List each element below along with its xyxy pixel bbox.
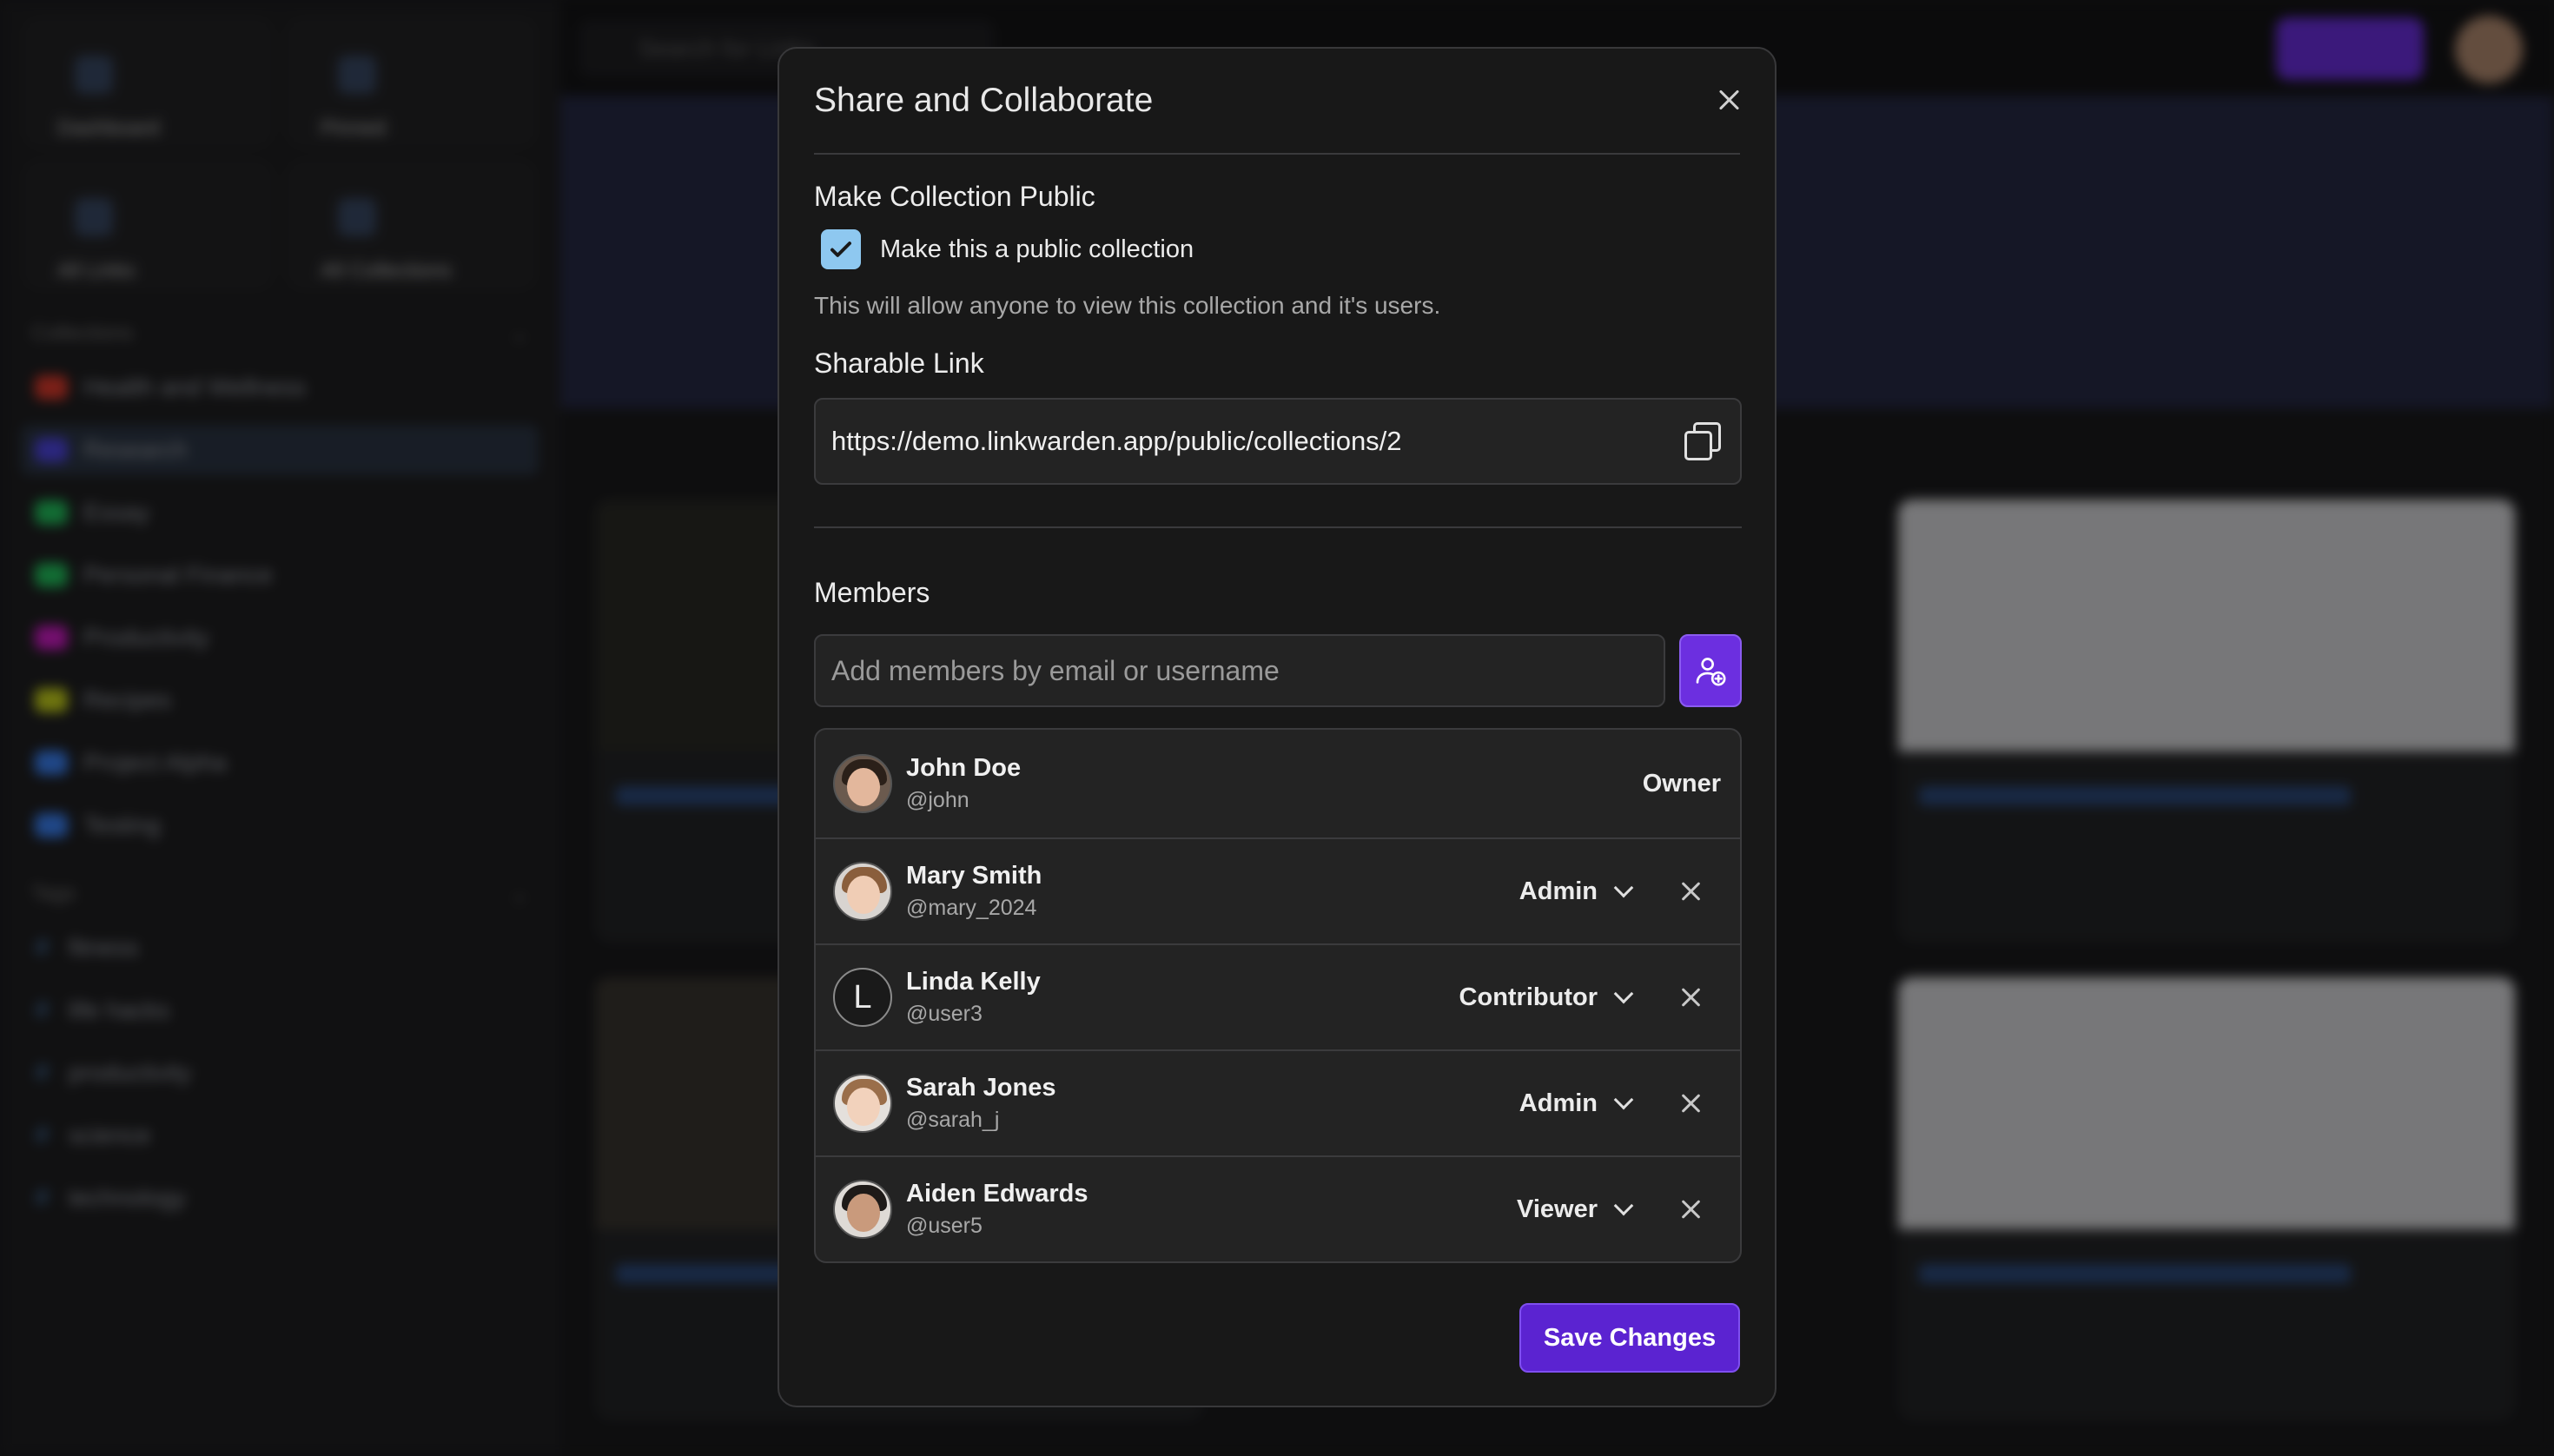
share-modal: Share and Collaborate Make Collection Pu… xyxy=(777,47,1777,1407)
remove-member-icon[interactable] xyxy=(1681,881,1702,902)
members-section-title: Members xyxy=(814,577,930,608)
avatar xyxy=(833,1074,892,1133)
member-info: Linda Kelly @user3 xyxy=(906,968,1041,1027)
add-member-button[interactable] xyxy=(1679,634,1742,707)
modal-header: Share and Collaborate xyxy=(814,49,1740,155)
member-row: Mary Smith @mary_2024 Admin xyxy=(816,837,1740,943)
member-info: Sarah Jones @sarah_j xyxy=(906,1074,1055,1133)
chevron-down-icon xyxy=(1613,1195,1634,1216)
chevron-down-icon xyxy=(1613,983,1634,1004)
role-dropdown[interactable]: Admin xyxy=(1519,1089,1634,1118)
link-section-title: Sharable Link xyxy=(814,347,984,379)
member-name: Linda Kelly xyxy=(906,968,1041,996)
member-info: Aiden Edwards @user5 xyxy=(906,1180,1088,1239)
chevron-down-icon xyxy=(1613,877,1634,898)
member-handle: @user3 xyxy=(906,1002,983,1026)
copy-icon[interactable] xyxy=(1683,420,1724,462)
members-list: John Doe @john Owner Mary Smith @mary_20… xyxy=(814,728,1742,1263)
member-handle: @user5 xyxy=(906,1214,983,1238)
role-dropdown[interactable]: Admin xyxy=(1519,877,1634,906)
role-dropdown-value: Admin xyxy=(1519,1089,1598,1117)
member-role-owner: Owner xyxy=(1642,769,1721,797)
modal-title: Share and Collaborate xyxy=(814,82,1154,119)
member-handle: @john xyxy=(906,788,969,812)
member-row: Sarah Jones @sarah_j Admin xyxy=(816,1049,1740,1155)
member-row: John Doe @john Owner xyxy=(816,730,1740,837)
sharable-link-field[interactable]: https://demo.linkwarden.app/public/colle… xyxy=(814,398,1742,485)
member-info: Mary Smith @mary_2024 xyxy=(906,862,1042,921)
public-hint: This will allow anyone to view this coll… xyxy=(814,292,1441,319)
public-checkbox-row[interactable]: Make this a public collection xyxy=(821,229,1194,269)
public-checkbox[interactable] xyxy=(821,229,861,269)
checkmark-icon xyxy=(830,242,851,257)
avatar: L xyxy=(833,968,892,1027)
public-section-title: Make Collection Public xyxy=(814,181,1095,212)
member-handle: @mary_2024 xyxy=(906,896,1037,920)
remove-member-icon[interactable] xyxy=(1681,1093,1702,1114)
role-dropdown-value: Admin xyxy=(1519,877,1598,905)
member-row: L Linda Kelly @user3 Contributor xyxy=(816,943,1740,1049)
divider xyxy=(814,526,1742,528)
sharable-link-text[interactable]: https://demo.linkwarden.app/public/colle… xyxy=(831,426,1683,457)
add-member-input[interactable] xyxy=(814,634,1665,707)
role-dropdown-value: Viewer xyxy=(1517,1195,1598,1223)
public-checkbox-label: Make this a public collection xyxy=(880,235,1194,263)
role-dropdown[interactable]: Contributor xyxy=(1459,983,1634,1012)
member-info: John Doe @john xyxy=(906,754,1021,813)
member-row: Aiden Edwards @user5 Viewer xyxy=(816,1155,1740,1261)
member-handle: @sarah_j xyxy=(906,1108,1000,1132)
user-plus-icon xyxy=(1696,658,1726,686)
member-name: Aiden Edwards xyxy=(906,1180,1088,1208)
remove-member-icon[interactable] xyxy=(1681,987,1702,1008)
member-name: Mary Smith xyxy=(906,862,1042,890)
avatar xyxy=(833,862,892,921)
role-dropdown[interactable]: Viewer xyxy=(1517,1195,1634,1224)
chevron-down-icon xyxy=(1613,1089,1634,1110)
remove-member-icon[interactable] xyxy=(1681,1199,1702,1220)
save-changes-button[interactable]: Save Changes xyxy=(1519,1303,1740,1373)
role-dropdown-value: Contributor xyxy=(1459,983,1598,1011)
member-name: Sarah Jones xyxy=(906,1074,1056,1102)
avatar xyxy=(833,1180,892,1239)
avatar xyxy=(833,754,892,813)
close-icon[interactable] xyxy=(1717,89,1742,113)
member-name: John Doe xyxy=(906,754,1022,782)
